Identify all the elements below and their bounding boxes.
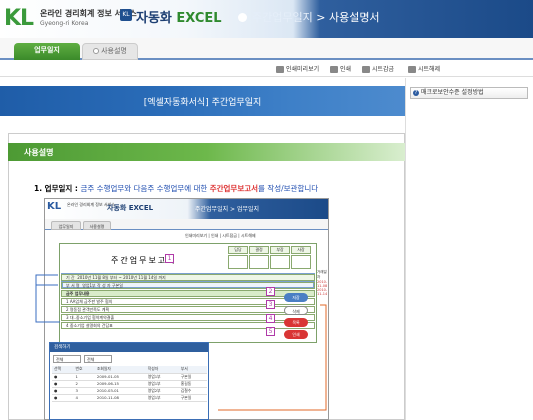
popup-table: 선택 번호 조회일자 작성자 부서 ● 1 2009-01-05 영업1부 구본… [52, 366, 207, 402]
tab-work-log[interactable]: 업무일지 [14, 43, 80, 60]
callout-3: 3 [266, 300, 275, 309]
approval-box [249, 255, 269, 269]
side-label: 거래일자 [317, 270, 327, 279]
col-header: 조회일자 [94, 366, 146, 374]
radio-icon[interactable]: ● [52, 373, 74, 381]
tab-user-guide[interactable]: 사용설명 [82, 43, 138, 60]
page-title: 주간업무일지 > 사용설명서 [252, 11, 380, 24]
inner-tab-user-guide: 사용설명 [83, 221, 111, 230]
radio-icon[interactable]: ● [52, 387, 74, 395]
inner-tab-work-log: 업무일지 [51, 221, 81, 230]
col-header: 번호 [73, 366, 95, 374]
tab-dot-icon [93, 48, 100, 54]
inner-tab-bar: 업무일지 사용설명 [45, 219, 328, 230]
approval-cell: 결정 [249, 246, 269, 254]
macro-security-help-button[interactable]: ? 매크로보안수준 설정방법 [410, 87, 528, 99]
unlock-icon [408, 66, 416, 73]
col-header: 부서 [178, 366, 207, 374]
tab-bar: 업무일지 사용설명 [0, 38, 533, 60]
col-header: 선택 [52, 366, 74, 374]
popup-table-header: 선택 번호 조회일자 작성자 부서 [52, 366, 207, 374]
approval-grid: 담당 결정 부장 사장 [228, 246, 314, 270]
inner-header: KL 온라인 경리회계 정보 서비스 자동화 EXCEL 주간업무일지 > 업무… [45, 199, 328, 219]
approval-box [270, 255, 290, 269]
approval-cell: 담당 [228, 246, 248, 254]
list-button[interactable]: 목록 [284, 318, 308, 327]
print-report-button[interactable]: 인쇄 [284, 330, 308, 339]
delete-button[interactable]: 삭제 [284, 306, 308, 315]
sheet-lock-button[interactable]: 시트감금 [362, 64, 394, 73]
search-popup: 검색하기 전체 전체 선택 번호 조회일자 작성자 부서 ● 1 2009-01… [49, 342, 209, 420]
approval-cell: 사장 [291, 246, 311, 254]
print-preview-button[interactable]: 인쇄미리보기 [276, 64, 319, 73]
popup-filter-2[interactable]: 전체 [84, 355, 112, 363]
table-row[interactable]: ● 1 2009-01-05 영업1부 구본일 [52, 373, 207, 381]
col-header: 작성자 [145, 366, 179, 374]
work-row: 3 대..중소기업 협약계약결출 [61, 314, 315, 321]
radio-icon[interactable]: ● [52, 380, 74, 388]
bullet-icon [238, 13, 247, 22]
work-row: 2 명동점 관객만족도 계획 [61, 306, 315, 313]
approval-box [291, 255, 311, 269]
table-row[interactable]: ● 2 2009-06-15 영업1부 홍길동 [52, 380, 207, 388]
main-banner-title: [엑셀자동화서식] 주간업무일지 [143, 98, 262, 108]
brand-name: 자동화 EXCEL [136, 11, 222, 26]
callout-5: 5 [266, 327, 275, 336]
section-header [8, 143, 405, 161]
side-date: 2010-11-08 [317, 280, 328, 288]
callout-2: 2 [266, 287, 275, 296]
popup-title: 검색하기 [50, 343, 208, 352]
side-date: 2010-11-14 [317, 288, 328, 296]
callout-4: 4 [266, 314, 275, 323]
side-list: 거래일자 2010-11-08 2010-11-14 [317, 270, 328, 300]
radio-icon[interactable]: ● [52, 394, 74, 402]
approval-cell: 부장 [270, 246, 290, 254]
logo-subtagline: Gyeong-ri Korea [40, 20, 89, 27]
inner-logo-mark: KL [47, 201, 62, 212]
right-panel [405, 78, 533, 420]
inner-toolbar: 인쇄미리보기 | 인쇄 | 시트잠금 | 시트해제 [185, 233, 256, 238]
toolbar: 인쇄미리보기 인쇄 시트감금 시트해제 [0, 60, 533, 77]
approval-box [228, 255, 248, 269]
preview-icon [276, 66, 284, 73]
inner-title: 주간업무일지 > 업무일지 [195, 206, 260, 213]
period-row: 기 간 2010년 11월 8일 부터 ~ 2010년 11월 14일 까지 [61, 274, 315, 281]
brand-badge-icon: KL [120, 9, 132, 21]
instruction-text: 1. 업무일지 : 금주 수행업무와 다음주 수행업무에 대한 주간업무보고서를… [34, 184, 319, 193]
callout-1: 1 [165, 254, 174, 263]
work-row: 4 중소기업 설명회의 건답표 [61, 322, 315, 329]
app-header: KL 온라인 경리회계 정보 서비스 Gyeong-ri Korea KL 자동… [0, 0, 533, 38]
save-button[interactable]: 저장 [284, 293, 308, 302]
dept-row: 부 서 명 영업1부 작 성 자 구본일 [61, 282, 315, 289]
sheet-unlock-button[interactable]: 시트해제 [408, 64, 440, 73]
weekly-work-header: 금주 업무내용 [61, 290, 315, 297]
table-row[interactable]: ● 3 2010-03-01 영업2부 김철수 [52, 387, 207, 395]
printer-icon [330, 66, 338, 73]
logo-mark[interactable]: KL [4, 6, 34, 31]
section-title: 사용설명 [24, 148, 54, 157]
print-button[interactable]: 인쇄 [330, 64, 351, 73]
popup-filter-1[interactable]: 전체 [53, 355, 81, 363]
inner-brand: 자동화 EXCEL [107, 204, 154, 212]
help-icon: ? [413, 90, 419, 96]
work-row: 1 AA업체 금주판 발주 협의 [61, 298, 315, 305]
table-row[interactable]: ● 4 2010-11-08 영업1부 구본일 [52, 394, 207, 402]
lock-icon [362, 66, 370, 73]
